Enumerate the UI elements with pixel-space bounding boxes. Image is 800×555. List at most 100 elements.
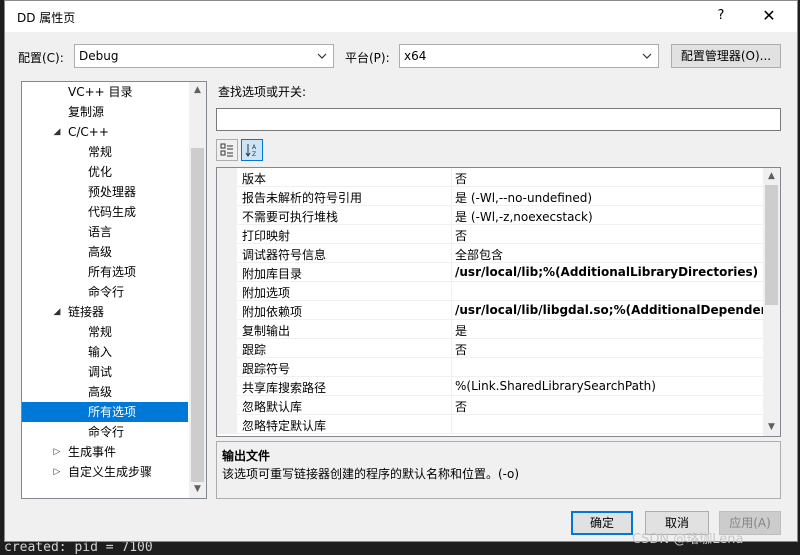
categorized-icon [220, 143, 233, 157]
column-separator [451, 282, 452, 301]
tree-item-label: 语言 [88, 225, 113, 239]
expanded-arrow-icon[interactable]: ◢ [52, 122, 62, 142]
grid-scrollbar[interactable]: ▲ ▼ [763, 168, 780, 436]
property-row[interactable]: 共享库搜索路径 %(Link.SharedLibrarySearchPath) [217, 377, 765, 396]
tree-item[interactable]: 常规 [22, 142, 188, 162]
property-value[interactable]: 否 [455, 170, 765, 187]
tree-item-label: 高级 [88, 245, 113, 259]
scroll-down-icon[interactable]: ▼ [189, 481, 206, 498]
tree-item[interactable]: 预处理器 [22, 182, 188, 202]
tree-item[interactable]: 代码生成 [22, 202, 188, 222]
tree-item[interactable]: ▷ 自定义生成步骤 [22, 462, 188, 482]
column-separator [451, 263, 452, 282]
property-row[interactable]: 附加选项 [217, 282, 765, 301]
property-row[interactable]: 报告未解析的符号引用 是 (-Wl,--no-undefined) [217, 187, 765, 206]
column-separator [451, 377, 452, 396]
tree-item-label: 输入 [88, 345, 113, 359]
tree-item[interactable]: VC++ 目录 [22, 82, 188, 102]
scroll-thumb[interactable] [191, 148, 204, 482]
column-separator [451, 358, 452, 377]
alphabetical-view-button[interactable]: A Z [241, 139, 263, 161]
watermark: CSDN @珞珈Lena [632, 532, 744, 547]
property-tree[interactable]: VC++ 目录 复制源 ◢ C/C++ 常规 优化 预处理器 代码生成 语言 高级 所有选项 命令行 ◢… [21, 81, 207, 499]
property-value[interactable]: 否 [455, 227, 765, 244]
property-row[interactable]: 附加库目录/usr/local/lib;%(AdditionalLibraryD… [217, 263, 765, 282]
property-value[interactable]: /usr/local/lib/libgdal.so;%(AdditionalDe… [455, 303, 765, 317]
categorized-view-button[interactable] [216, 139, 238, 161]
property-value[interactable]: 全部包含 [455, 246, 765, 263]
property-grid[interactable]: 版本否报告未解析的符号引用是 (-Wl,--no-undefined) 不需要可执… [216, 167, 781, 437]
property-row[interactable]: 忽略默认库 否 [217, 396, 765, 415]
title-bar: DD 属性页 ? ✕ [5, 1, 797, 32]
column-separator [451, 225, 452, 244]
tree-scrollbar[interactable]: ▲ ▼ [189, 82, 206, 498]
column-separator [451, 301, 452, 320]
alphabetical-sort-icon: A Z [245, 144, 257, 158]
property-value[interactable]: /usr/local/lib;%(AdditionalLibraryDirect… [455, 265, 765, 279]
property-value[interactable]: 是 (-Wl,--no-undefined) [455, 189, 765, 206]
property-name: 忽略特定默认库 [242, 419, 327, 433]
row-gutter [217, 282, 237, 301]
tree-item-label: 高级 [88, 385, 113, 399]
help-button[interactable]: ? [711, 6, 731, 26]
tree-item[interactable]: 高级 [22, 242, 188, 262]
configuration-combo[interactable]: Debug [74, 44, 334, 68]
row-gutter [217, 339, 237, 358]
property-row[interactable]: 不需要可执行堆栈 是 (-Wl,-z,noexecstack) [217, 206, 765, 225]
search-input[interactable] [216, 108, 781, 131]
scroll-thumb[interactable] [765, 185, 778, 305]
scroll-up-icon[interactable]: ▲ [763, 168, 780, 185]
column-separator [451, 320, 452, 339]
property-value[interactable]: 是 [455, 322, 765, 339]
property-row[interactable]: 打印映射 否 [217, 225, 765, 244]
property-value[interactable]: 否 [455, 341, 765, 358]
property-row[interactable]: 跟踪符号 [217, 358, 765, 377]
description-title: 输出文件 [222, 449, 271, 463]
property-row[interactable]: 忽略特定默认库 [217, 415, 765, 434]
property-value[interactable]: 是 (-Wl,-z,noexecstack) [455, 208, 765, 225]
collapsed-arrow-icon[interactable]: ▷ [52, 462, 62, 482]
tree-item[interactable]: 高级 [22, 382, 188, 402]
property-value[interactable]: 否 [455, 398, 765, 415]
column-separator [451, 415, 452, 434]
expanded-arrow-icon[interactable]: ◢ [52, 302, 62, 322]
tree-item-label: 链接器 [68, 305, 105, 319]
property-name: 附加选项 [242, 286, 291, 300]
tree-item[interactable]: ▷ 生成事件 [22, 442, 188, 462]
scroll-down-icon[interactable]: ▼ [763, 419, 780, 436]
tree-item[interactable]: ◢ 链接器 [22, 302, 188, 322]
tree-item[interactable]: 语言 [22, 222, 188, 242]
tree-item-label: 生成事件 [68, 445, 117, 459]
tree-item[interactable]: 调试 [22, 362, 188, 382]
tree-item[interactable]: 优化 [22, 162, 188, 182]
tree-item[interactable]: 所有选项 [22, 262, 188, 282]
platform-label: 平台(P): [345, 51, 390, 65]
tree-item[interactable]: ◢ C/C++ [22, 122, 188, 142]
property-row[interactable]: 版本 否 [217, 168, 765, 187]
property-row[interactable]: 跟踪 否 [217, 339, 765, 358]
tree-item-label: VC++ 目录 [68, 85, 133, 99]
property-row[interactable]: 调试器符号信息 全部包含 [217, 244, 765, 263]
property-row[interactable]: 附加依赖项/usr/local/lib/libgdal.so;%(Additio… [217, 301, 765, 320]
property-row[interactable]: 复制输出 是 [217, 320, 765, 339]
collapsed-arrow-icon[interactable]: ▷ [52, 442, 62, 462]
tree-item[interactable]: 复制源 [22, 102, 188, 122]
property-name: 忽略默认库 [242, 400, 303, 414]
close-button[interactable]: ✕ [757, 5, 781, 27]
tree-item[interactable]: 常规 [22, 322, 188, 342]
description-text: 该选项可重写链接器创建的程序的默认名称和位置。(-o) [222, 467, 520, 481]
tree-item[interactable]: 所有选项 [22, 402, 188, 422]
configuration-manager-button[interactable]: 配置管理器(O)... [671, 44, 781, 68]
scroll-up-icon[interactable]: ▲ [189, 82, 206, 99]
ok-button[interactable]: 确定 [571, 511, 633, 535]
row-gutter [217, 263, 237, 282]
row-gutter [217, 396, 237, 415]
property-value[interactable]: %(Link.SharedLibrarySearchPath) [455, 379, 765, 393]
column-separator [451, 396, 452, 415]
tree-item-label: 复制源 [68, 105, 105, 119]
tree-item-label: 优化 [88, 165, 113, 179]
platform-combo[interactable]: x64 [399, 44, 659, 68]
tree-item[interactable]: 输入 [22, 342, 188, 362]
tree-item[interactable]: 命令行 [22, 282, 188, 302]
tree-item[interactable]: 命令行 [22, 422, 188, 442]
